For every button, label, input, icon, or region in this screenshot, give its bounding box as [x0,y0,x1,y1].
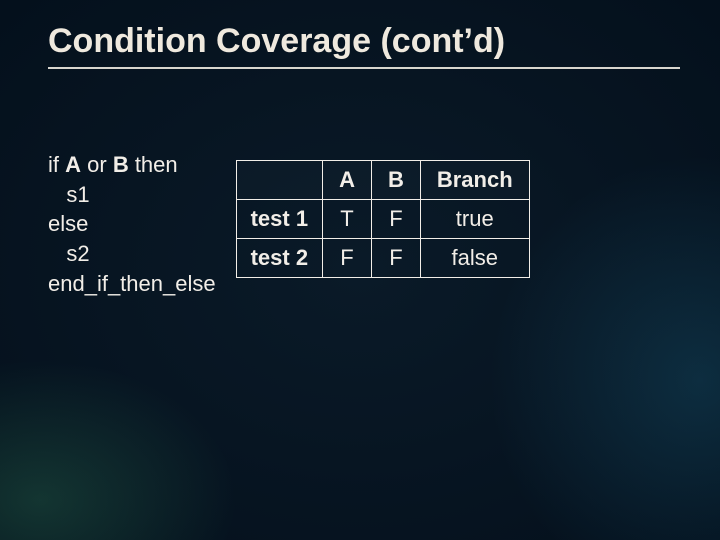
code-line: end_if_then_else [48,271,216,296]
code-line: s2 [48,241,90,266]
cell-b: F [371,200,420,239]
slide-content: if A or B then s1 else s2 end_if_then_el… [48,150,680,298]
row-name: test 1 [236,200,322,239]
table-header-branch: Branch [420,161,529,200]
table-header-row: A B Branch [236,161,529,200]
code-text: then [129,152,178,177]
cell-a: F [323,239,372,278]
code-line: else [48,211,88,236]
table-header-b: B [371,161,420,200]
table-header-empty [236,161,322,200]
code-text: or [81,152,113,177]
row-name: test 2 [236,239,322,278]
code-text: if [48,152,65,177]
cell-branch: false [420,239,529,278]
code-var-a: A [65,152,81,177]
code-line: s1 [48,182,90,207]
slide: Condition Coverage (cont’d) if A or B th… [0,0,720,540]
code-var-b: B [113,152,129,177]
table-header-a: A [323,161,372,200]
cell-b: F [371,239,420,278]
code-block: if A or B then s1 else s2 end_if_then_el… [48,150,216,298]
table-row: test 1 T F true [236,200,529,239]
slide-title: Condition Coverage (cont’d) [48,22,680,69]
truth-table: A B Branch test 1 T F true test 2 F F fa… [236,160,530,278]
cell-a: T [323,200,372,239]
cell-branch: true [420,200,529,239]
table-row: test 2 F F false [236,239,529,278]
